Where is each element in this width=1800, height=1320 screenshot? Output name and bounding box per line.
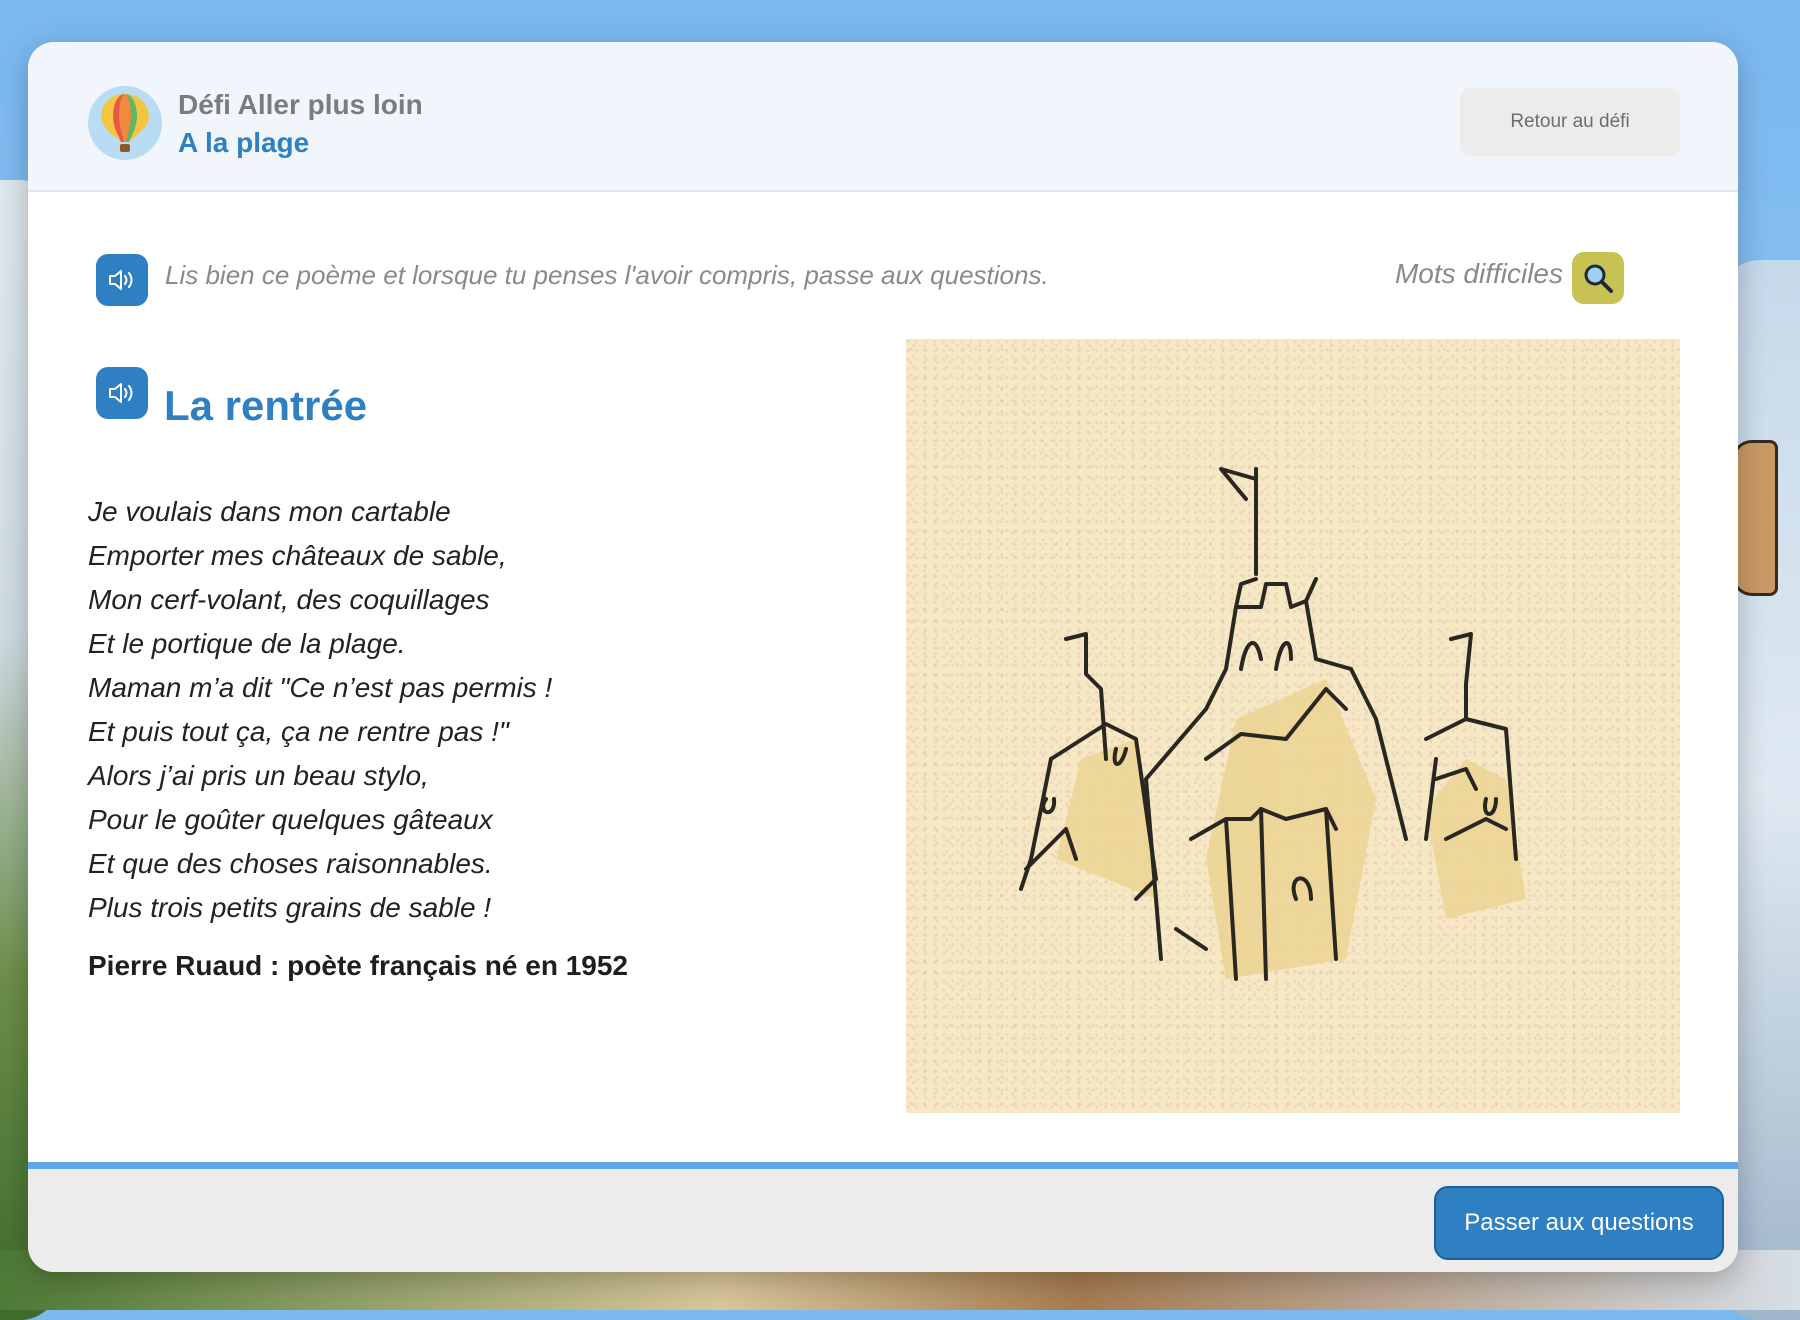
background-animal (1732, 440, 1778, 596)
speaker-icon (109, 383, 133, 403)
poem-line: Et puis tout ça, ça ne rentre pas !" (88, 716, 509, 747)
reading-window: Défi Aller plus loin A la plage Retour a… (28, 42, 1738, 1272)
hot-air-balloon-icon (88, 86, 162, 160)
poem-line: Mon cerf-volant, des coquillages (88, 584, 490, 615)
header-titles: Défi Aller plus loin A la plage (178, 86, 423, 162)
sand-castle-illustration (906, 339, 1680, 1113)
poem-line: Alors j’ai pris un beau stylo, (88, 760, 429, 791)
poem-line: Pour le goûter quelques gâteaux (88, 804, 493, 835)
header: Défi Aller plus loin A la plage Retour a… (28, 42, 1738, 192)
magnifier-icon (1584, 264, 1613, 293)
poem-author: Pierre Ruaud : poète français né en 1952 (88, 950, 628, 981)
difficult-words-button[interactable] (1572, 252, 1624, 304)
poem-line: Emporter mes châteaux de sable, (88, 540, 507, 571)
challenge-title: A la plage (178, 127, 310, 158)
difficult-words-label[interactable]: Mots difficiles (1395, 258, 1563, 290)
poem-line: Plus trois petits grains de sable ! (88, 892, 492, 923)
challenge-supertitle: Défi Aller plus loin (178, 89, 423, 120)
play-poem-audio-button[interactable] (96, 367, 148, 419)
poem-lines: Je voulais dans mon cartable Emporter me… (88, 490, 552, 930)
poem-line: Et le portique de la plage. (88, 628, 406, 659)
play-instruction-audio-button[interactable] (96, 254, 148, 306)
poem-line: Je voulais dans mon cartable (88, 496, 451, 527)
speaker-icon (109, 270, 133, 290)
poem-line: Et que des choses raisonnables. (88, 848, 493, 879)
poem-title: La rentrée (164, 382, 368, 429)
back-to-challenge-button[interactable]: Retour au défi (1460, 88, 1680, 156)
footer-divider (28, 1162, 1738, 1169)
go-to-questions-button[interactable]: Passer aux questions (1434, 1186, 1724, 1260)
reading-instruction: Lis bien ce poème et lorsque tu penses l… (165, 260, 1049, 290)
poem-line: Maman m’a dit "Ce n’est pas permis ! (88, 672, 553, 703)
